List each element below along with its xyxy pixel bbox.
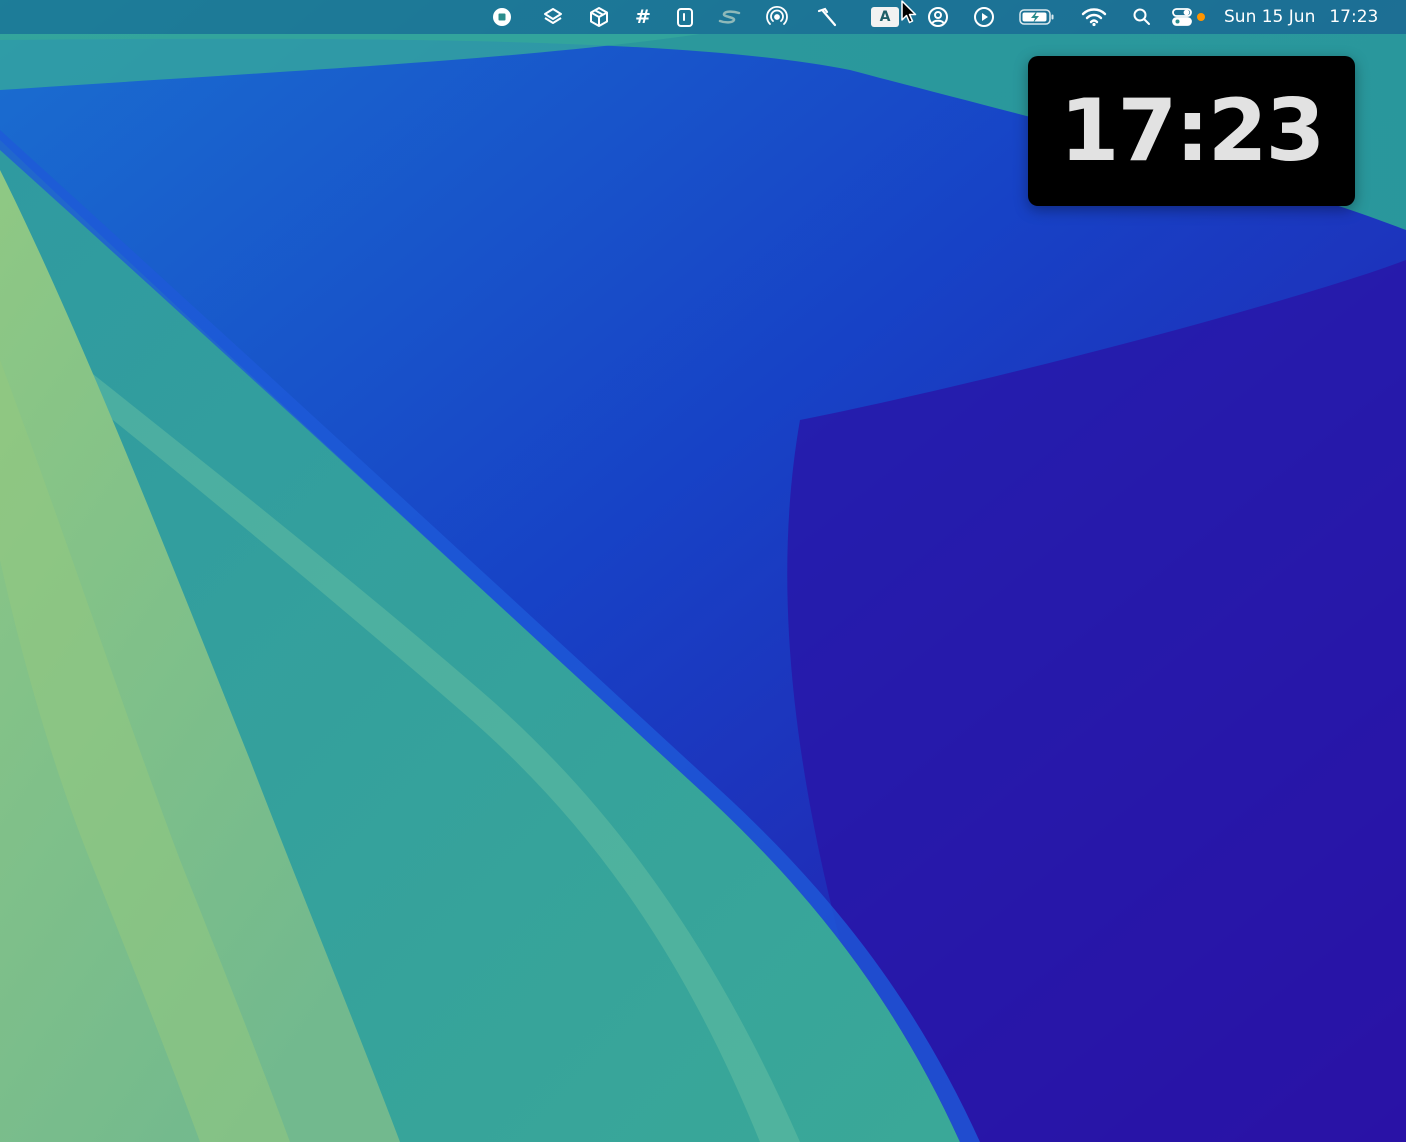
hash-symbol: # bbox=[635, 6, 651, 28]
mouse-pointer-icon bbox=[901, 0, 917, 24]
menubar-date: Sun 15 Jun bbox=[1224, 7, 1316, 27]
user-circle-icon[interactable] bbox=[926, 0, 950, 34]
stage-s-icon[interactable] bbox=[716, 0, 744, 34]
input-source-icon[interactable]: A bbox=[870, 0, 900, 34]
menubar-clock[interactable]: Sun 15 Jun 17:23 bbox=[1224, 0, 1378, 34]
battery-charging-icon[interactable] bbox=[1018, 0, 1056, 34]
menubar-time: 17:23 bbox=[1329, 7, 1379, 27]
hash-icon[interactable]: # bbox=[632, 0, 654, 34]
control-center-icon[interactable] bbox=[1170, 0, 1194, 34]
input-source-label: A bbox=[871, 7, 899, 27]
record-stop-icon[interactable] bbox=[490, 0, 514, 34]
recording-indicator-dot bbox=[1197, 13, 1205, 21]
layers-icon[interactable] bbox=[540, 0, 566, 34]
floating-clock-widget[interactable]: 17:23 bbox=[1028, 56, 1355, 206]
play-circle-icon[interactable] bbox=[972, 0, 996, 34]
wifi-icon[interactable] bbox=[1080, 0, 1108, 34]
package-box-icon[interactable] bbox=[586, 0, 612, 34]
spotlight-search-icon[interactable] bbox=[1130, 0, 1154, 34]
clock-widget-time: 17:23 bbox=[1059, 81, 1326, 181]
airdrop-radar-icon[interactable] bbox=[764, 0, 790, 34]
clipboard-icon[interactable] bbox=[673, 0, 697, 34]
hammer-icon[interactable] bbox=[814, 0, 840, 34]
menu-bar: # A Sun 15 Jun 17:23 bbox=[0, 0, 1406, 34]
